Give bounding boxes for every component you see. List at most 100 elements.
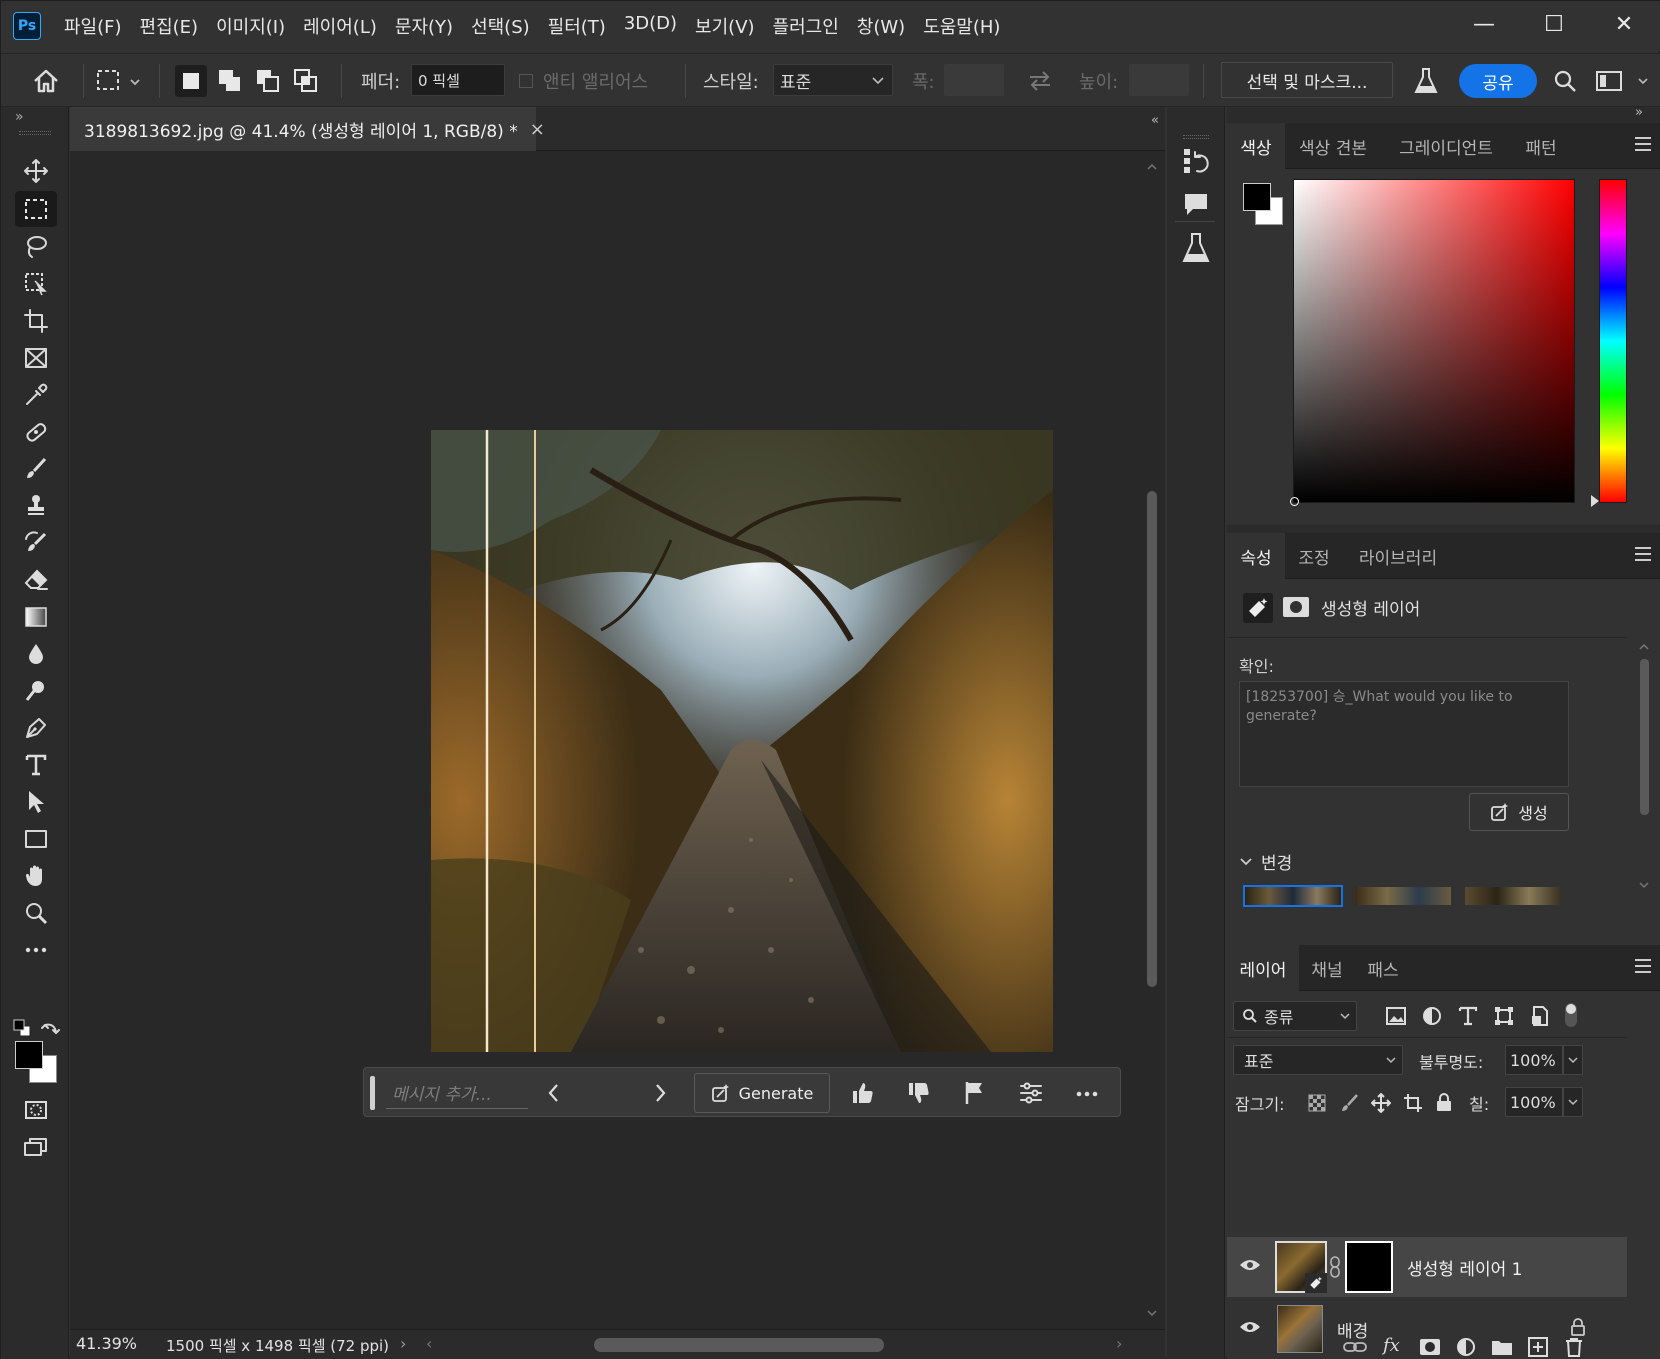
intersect-selection-button[interactable]	[290, 65, 322, 97]
dodge-tool[interactable]	[15, 673, 57, 709]
variation-thumbnail-3[interactable]	[1465, 887, 1561, 905]
select-and-mask-button[interactable]: 선택 및 마스크...	[1221, 62, 1393, 98]
search-button[interactable]	[1553, 54, 1577, 108]
scroll-left-icon[interactable]: ‹	[426, 1334, 432, 1353]
add-mask-button[interactable]	[1419, 1337, 1441, 1359]
tab-layers[interactable]: 레이어	[1227, 945, 1299, 991]
history-brush-tool[interactable]	[15, 525, 57, 561]
brush-tool[interactable]	[15, 451, 57, 487]
delete-layer-button[interactable]	[1563, 1337, 1585, 1359]
filter-shape-layers-button[interactable]	[1493, 1005, 1515, 1032]
hue-slider[interactable]	[1599, 179, 1627, 503]
more-options-button[interactable]	[1074, 1080, 1100, 1111]
properties-panel-menu-icon[interactable]	[1635, 547, 1651, 561]
menu-item-1[interactable]: 편집(E)	[131, 13, 208, 39]
height-input[interactable]	[1129, 64, 1189, 96]
fill-dropdown[interactable]	[1563, 1087, 1583, 1117]
lock-pixels-button[interactable]	[1339, 1093, 1359, 1118]
labs-panel-button[interactable]	[1181, 231, 1211, 270]
menu-item-6[interactable]: 필터(T)	[539, 13, 615, 39]
document-tab[interactable]: 3189813692.jpg @ 41.4% (생성형 레이어 1, RGB/8…	[70, 107, 545, 151]
home-button[interactable]	[31, 54, 61, 108]
tab-channels[interactable]: 채널	[1299, 945, 1355, 991]
collapse-tools-icon[interactable]: »	[15, 109, 24, 125]
labs-button[interactable]	[1413, 54, 1439, 108]
menu-item-11[interactable]: 도움말(H)	[914, 13, 1009, 39]
type-tool[interactable]	[15, 747, 57, 783]
status-info-arrow-icon[interactable]: ›	[400, 1334, 406, 1353]
tab-swatches[interactable]: 색상 견본	[1285, 123, 1381, 169]
layer-effects-button[interactable]: fx	[1383, 1335, 1400, 1356]
tab-libraries[interactable]: 라이브러리	[1343, 533, 1453, 579]
previous-variation-button[interactable]	[544, 1081, 564, 1110]
opacity-dropdown[interactable]	[1563, 1045, 1583, 1075]
tools-grip[interactable]	[19, 131, 51, 135]
vertical-scrollbar[interactable]	[1142, 157, 1162, 1323]
close-tab-icon[interactable]: ×	[530, 119, 545, 140]
history-panel-button[interactable]	[1181, 145, 1211, 182]
panel-foreground-swatch[interactable]	[1243, 183, 1271, 211]
lock-transparent-button[interactable]	[1307, 1093, 1327, 1118]
menu-item-4[interactable]: 문자(Y)	[386, 13, 462, 39]
swap-dimensions-button[interactable]	[1027, 54, 1053, 108]
tab-adjustments[interactable]: 조정	[1285, 533, 1343, 579]
layer-name[interactable]: 생성형 레이어 1	[1407, 1255, 1522, 1280]
scroll-right-icon[interactable]: ›	[1116, 1334, 1122, 1353]
menu-item-5[interactable]: 선택(S)	[462, 13, 539, 39]
saturation-brightness-picker[interactable]	[1290, 179, 1575, 506]
minimize-button[interactable]: —	[1449, 1, 1519, 47]
color-panel-menu-icon[interactable]	[1635, 137, 1651, 151]
dock-grip[interactable]	[1183, 135, 1209, 139]
new-adjustment-layer-button[interactable]	[1455, 1337, 1477, 1359]
generative-layer-thumbnail[interactable]	[1275, 1241, 1327, 1293]
panel-collapse-left-icon[interactable]: «	[1151, 113, 1159, 128]
variations-header[interactable]: 변경	[1239, 849, 1292, 874]
screen-mode-button[interactable]	[15, 1129, 57, 1165]
maximize-button[interactable]: ☐	[1519, 1, 1589, 47]
zoom-tool[interactable]	[15, 895, 57, 931]
marquee-preset-button[interactable]	[95, 54, 145, 108]
report-button[interactable]	[962, 1080, 988, 1111]
move-tool[interactable]	[15, 153, 57, 189]
layer-visibility-toggle[interactable]	[1239, 1257, 1261, 1278]
layer-mask-thumbnail[interactable]	[1345, 1241, 1393, 1293]
subtract-selection-button[interactable]	[252, 65, 284, 97]
default-colors-button[interactable]	[13, 1019, 31, 1042]
hue-slider-handle[interactable]	[1591, 495, 1599, 507]
opacity-input[interactable]: 100%	[1505, 1045, 1563, 1075]
width-input[interactable]	[944, 64, 1004, 96]
horizontal-scroll-thumb[interactable]	[594, 1338, 884, 1352]
layer-filter-toggle[interactable]	[1565, 1003, 1577, 1027]
color-picker-marker[interactable]	[1290, 497, 1299, 506]
feather-input[interactable]: 0 픽셀	[411, 64, 505, 96]
menu-item-10[interactable]: 창(W)	[848, 13, 914, 39]
hand-tool[interactable]	[15, 858, 57, 894]
eyedropper-tool[interactable]	[15, 377, 57, 413]
layer-filter-select[interactable]: 종류	[1233, 1001, 1357, 1031]
filter-adjustment-layers-button[interactable]	[1421, 1005, 1443, 1032]
style-select[interactable]: 표준	[773, 64, 893, 96]
canvas-image[interactable]	[431, 430, 1053, 1052]
menu-item-8[interactable]: 보기(V)	[686, 13, 763, 39]
layers-panel-menu-icon[interactable]	[1635, 959, 1651, 973]
share-button[interactable]: 공유	[1459, 64, 1537, 98]
path-selection-tool[interactable]	[15, 784, 57, 820]
add-selection-button[interactable]	[214, 65, 246, 97]
generate-panel-button[interactable]: 생성	[1469, 793, 1569, 831]
lasso-tool[interactable]	[15, 229, 57, 265]
variation-thumbnail-2[interactable]	[1355, 887, 1451, 905]
comments-panel-button[interactable]	[1181, 189, 1211, 224]
crop-tool[interactable]	[15, 303, 57, 339]
filter-smart-objects-button[interactable]	[1529, 1005, 1551, 1032]
menu-item-2[interactable]: 이미지(I)	[207, 13, 294, 39]
clone-stamp-tool[interactable]	[15, 488, 57, 524]
eraser-tool[interactable]	[15, 562, 57, 598]
pen-tool[interactable]	[15, 710, 57, 746]
tab-properties[interactable]: 속성	[1227, 533, 1285, 579]
swap-colors-button[interactable]	[41, 1019, 61, 1042]
properties-scroll-thumb[interactable]	[1640, 659, 1649, 815]
rectangle-tool[interactable]	[15, 821, 57, 857]
mask-link-icon[interactable]	[1329, 1255, 1341, 1284]
layer-row-generative[interactable]: 생성형 레이어 1	[1227, 1237, 1627, 1297]
lock-artboard-button[interactable]	[1403, 1093, 1423, 1118]
